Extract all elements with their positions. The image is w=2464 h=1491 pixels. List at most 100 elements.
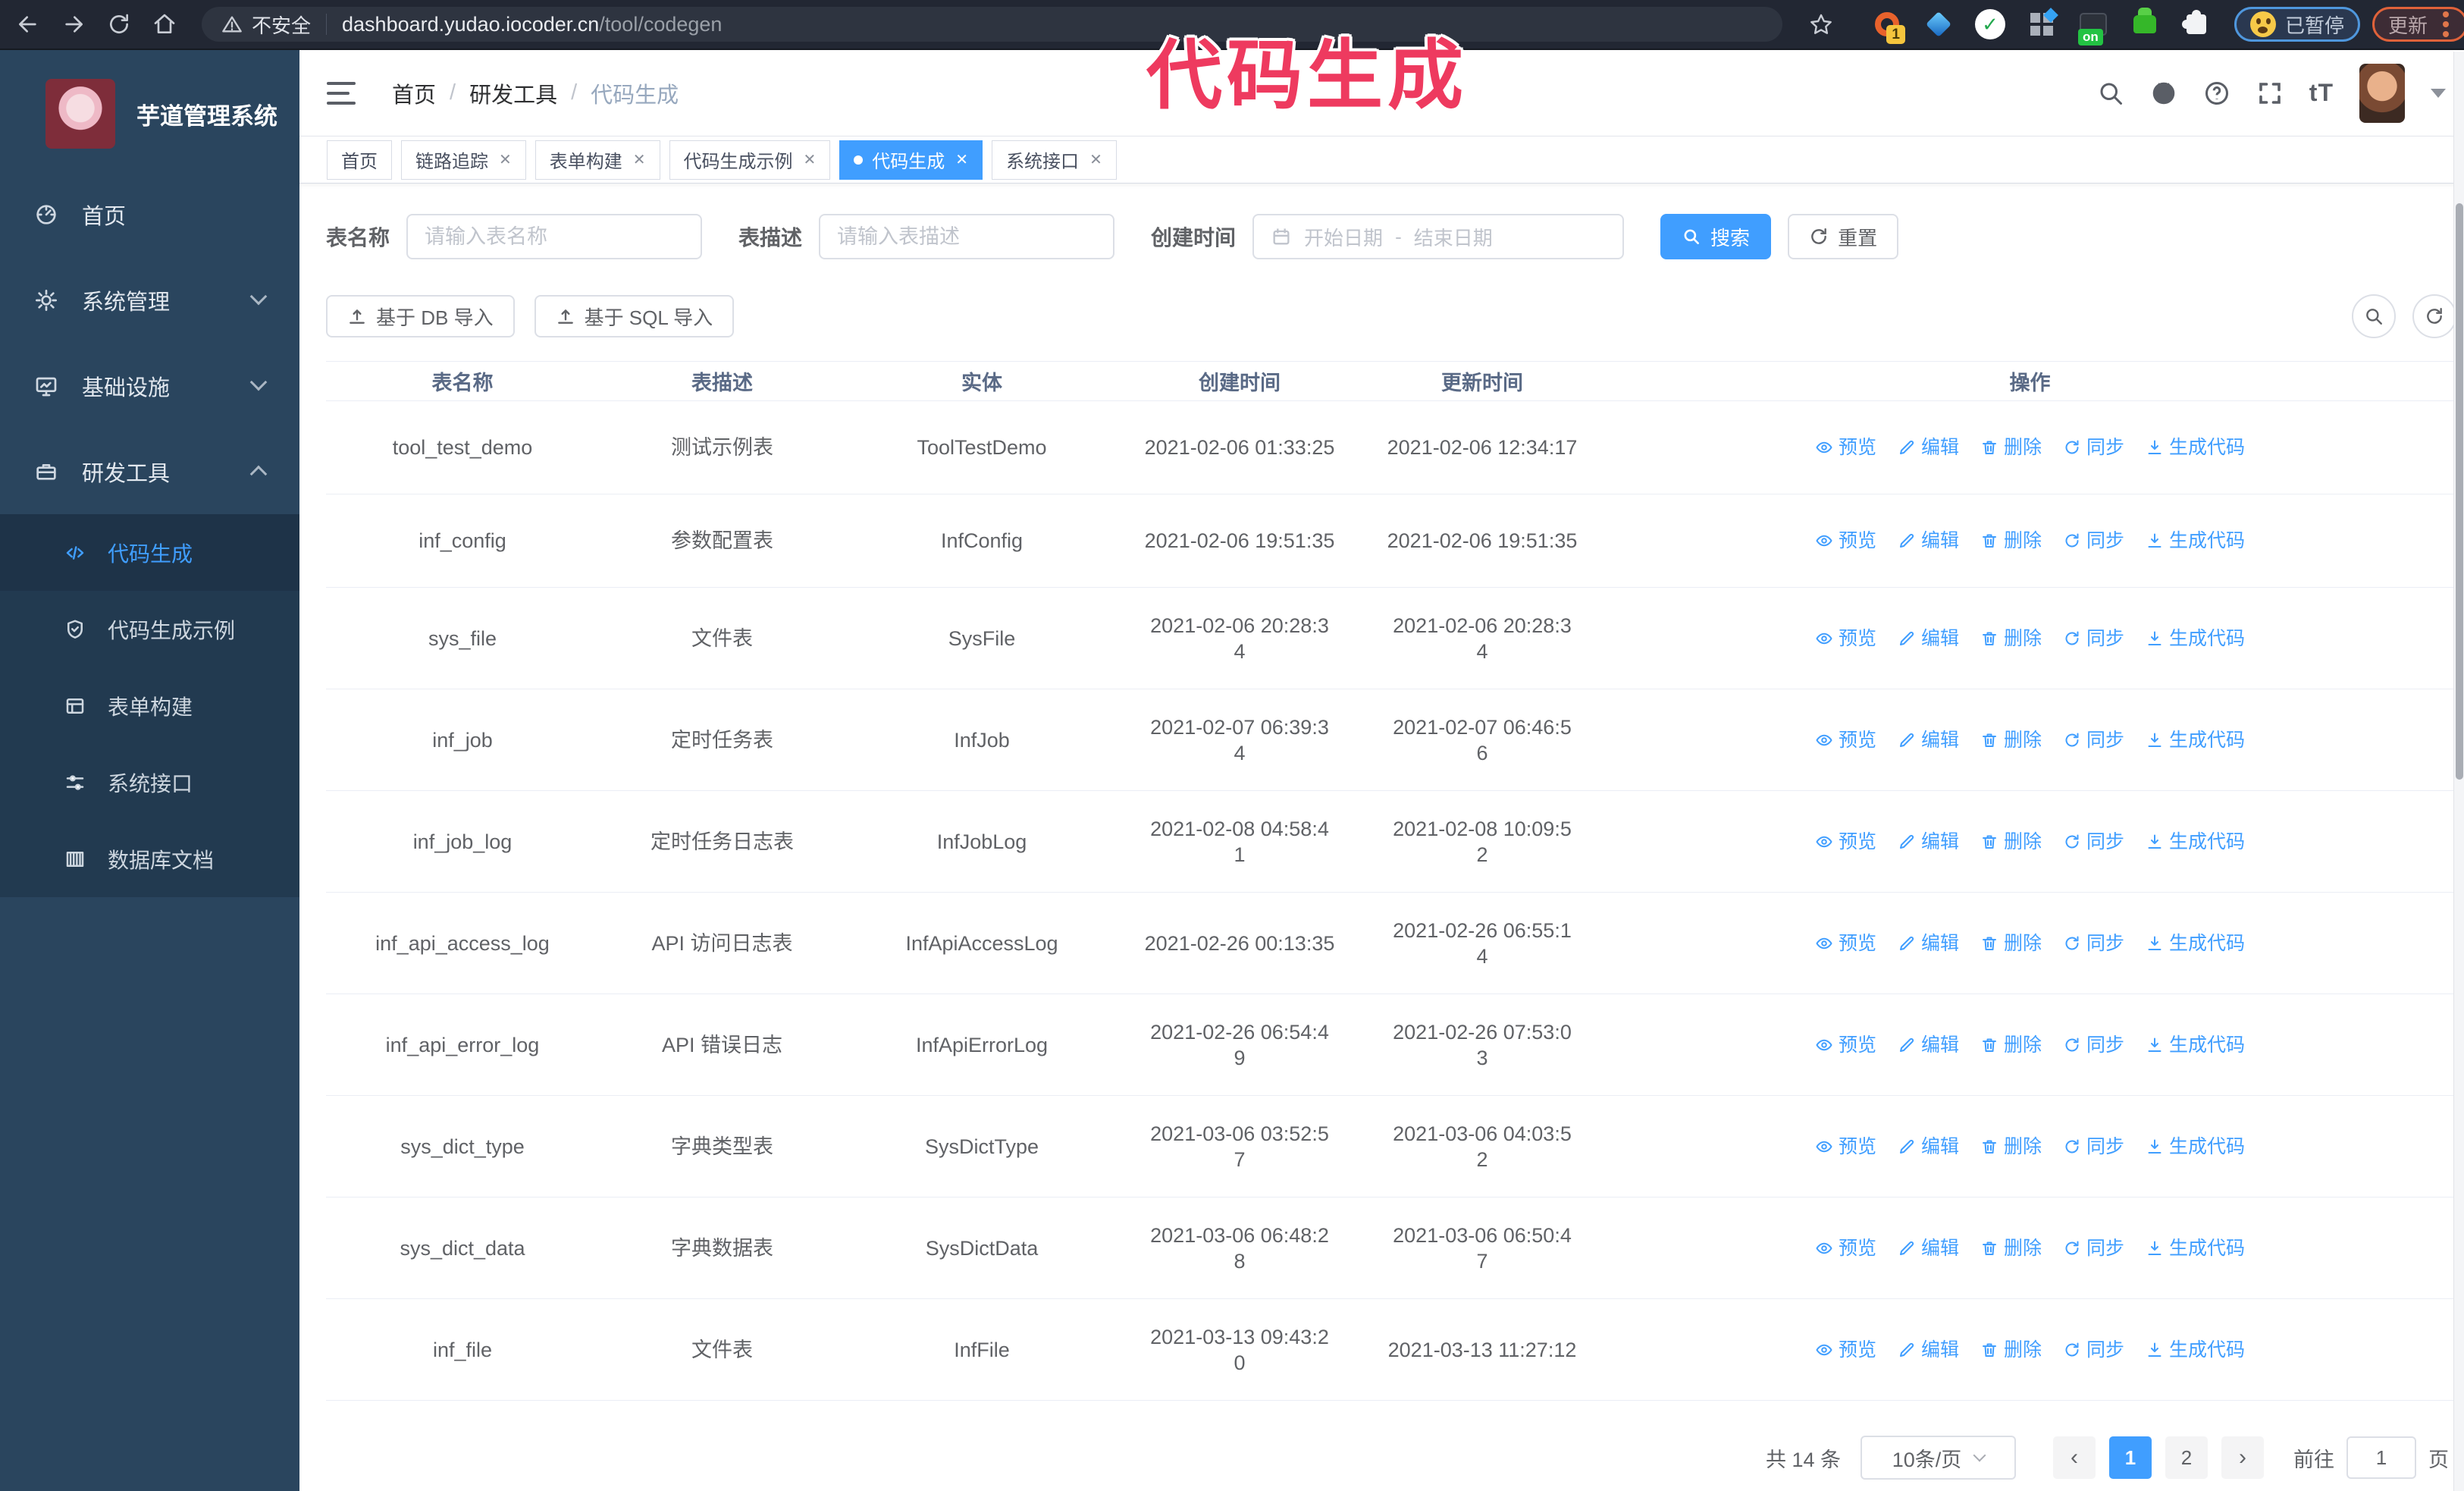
generate-code-link[interactable]: 生成代码 <box>2146 1134 2245 1160</box>
generate-code-link[interactable]: 生成代码 <box>2146 829 2245 855</box>
generate-code-link[interactable]: 生成代码 <box>2146 1032 2245 1058</box>
sidebar-item[interactable]: 研发工具 <box>0 428 299 514</box>
edit-link[interactable]: 编辑 <box>1898 626 1959 651</box>
extension-orange-icon[interactable]: 1 <box>1870 8 1905 44</box>
sync-link[interactable]: 同步 <box>2063 626 2124 651</box>
extension-gem-icon[interactable] <box>1922 8 1955 41</box>
tab-active[interactable]: 代码生成 ✕ <box>839 140 983 180</box>
browser-back-icon[interactable] <box>11 7 45 42</box>
sync-link[interactable]: 同步 <box>2063 931 2124 956</box>
bookmark-star-icon[interactable] <box>1804 7 1839 42</box>
preview-link[interactable]: 预览 <box>1815 1337 1876 1363</box>
tab-close-icon[interactable]: ✕ <box>1089 150 1102 169</box>
page-size-select[interactable]: 10条/页 <box>1861 1436 2016 1480</box>
sync-link[interactable]: 同步 <box>2063 435 2124 460</box>
extension-puzzle-icon[interactable] <box>2180 8 2213 41</box>
browser-update-button[interactable]: 更新 <box>2372 7 2464 42</box>
extension-dark-on-icon[interactable]: on <box>2077 8 2110 46</box>
preview-link[interactable]: 预览 <box>1815 1032 1876 1058</box>
address-bar[interactable]: 不安全 dashboard.yudao.iocoder.cn/tool/code… <box>202 7 1782 42</box>
generate-code-link[interactable]: 生成代码 <box>2146 435 2245 460</box>
reset-button[interactable]: 重置 <box>1788 214 1899 259</box>
sidebar-subitem[interactable]: 代码生成 <box>0 514 299 591</box>
table-desc-input[interactable] <box>819 214 1115 259</box>
edit-link[interactable]: 编辑 <box>1898 1032 1959 1058</box>
preview-link[interactable]: 预览 <box>1815 435 1876 460</box>
edit-link[interactable]: 编辑 <box>1898 829 1959 855</box>
delete-link[interactable]: 删除 <box>1980 727 2042 753</box>
delete-link[interactable]: 删除 <box>1980 829 2042 855</box>
sync-link[interactable]: 同步 <box>2063 829 2124 855</box>
browser-home-icon[interactable] <box>147 7 182 42</box>
import-db-button[interactable]: 基于 DB 导入 <box>326 295 515 337</box>
generate-code-link[interactable]: 生成代码 <box>2146 1337 2245 1363</box>
next-page-button[interactable]: › <box>2221 1436 2264 1479</box>
edit-link[interactable]: 编辑 <box>1898 1337 1959 1363</box>
extension-check-icon[interactable]: ✓ <box>1973 8 2007 41</box>
toggle-search-button[interactable] <box>2352 294 2396 338</box>
font-size-icon[interactable]: tT <box>2309 79 2334 107</box>
hamburger-icon[interactable] <box>327 81 356 105</box>
edit-link[interactable]: 编辑 <box>1898 1235 1959 1261</box>
preview-link[interactable]: 预览 <box>1815 727 1876 753</box>
preview-link[interactable]: 预览 <box>1815 1134 1876 1160</box>
sidebar-subitem[interactable]: 表单构建 <box>0 667 299 744</box>
tab-item[interactable]: 代码生成示例 ✕ <box>669 140 831 180</box>
breadcrumb-item[interactable]: 研发工具 <box>469 77 557 109</box>
preview-link[interactable]: 预览 <box>1815 931 1876 956</box>
preview-link[interactable]: 预览 <box>1815 829 1876 855</box>
table-name-input[interactable] <box>406 214 703 259</box>
sync-link[interactable]: 同步 <box>2063 1032 2124 1058</box>
generate-code-link[interactable]: 生成代码 <box>2146 931 2245 956</box>
refresh-table-button[interactable] <box>2412 294 2456 338</box>
sidebar-subitem[interactable]: 系统接口 <box>0 744 299 821</box>
edit-link[interactable]: 编辑 <box>1898 931 1959 956</box>
help-icon[interactable] <box>2203 80 2230 107</box>
scrollbar-thumb[interactable] <box>2456 203 2463 780</box>
edit-link[interactable]: 编辑 <box>1898 435 1959 460</box>
fullscreen-icon[interactable] <box>2256 80 2284 107</box>
generate-code-link[interactable]: 生成代码 <box>2146 727 2245 753</box>
prev-page-button[interactable]: ‹ <box>2053 1436 2096 1479</box>
delete-link[interactable]: 删除 <box>1980 1032 2042 1058</box>
sidebar-subitem[interactable]: 代码生成示例 <box>0 591 299 667</box>
tab-close-icon[interactable]: ✕ <box>633 150 646 169</box>
delete-link[interactable]: 删除 <box>1980 1235 2042 1261</box>
tab-item[interactable]: 首页 <box>327 140 392 180</box>
tab-item[interactable]: 链路追踪 ✕ <box>401 140 526 180</box>
sync-link[interactable]: 同步 <box>2063 1337 2124 1363</box>
extension-grid-icon[interactable] <box>2025 8 2058 41</box>
tab-item[interactable]: 表单构建 ✕ <box>534 140 660 180</box>
extension-robot-icon[interactable] <box>2128 8 2161 41</box>
preview-link[interactable]: 预览 <box>1815 626 1876 651</box>
tab-close-icon[interactable]: ✕ <box>955 150 968 169</box>
sync-link[interactable]: 同步 <box>2063 1235 2124 1261</box>
tab-item[interactable]: 系统接口 ✕ <box>992 140 1117 180</box>
page-button[interactable]: 1 <box>2109 1436 2152 1479</box>
sync-link[interactable]: 同步 <box>2063 727 2124 753</box>
sync-link[interactable]: 同步 <box>2063 1134 2124 1160</box>
edit-link[interactable]: 编辑 <box>1898 528 1959 554</box>
tab-close-icon[interactable]: ✕ <box>499 150 512 169</box>
breadcrumb-item[interactable]: 首页 <box>392 77 436 109</box>
edit-link[interactable]: 编辑 <box>1898 727 1959 753</box>
preview-link[interactable]: 预览 <box>1815 528 1876 554</box>
search-icon[interactable] <box>2097 80 2124 107</box>
tab-close-icon[interactable]: ✕ <box>804 150 817 169</box>
generate-code-link[interactable]: 生成代码 <box>2146 528 2245 554</box>
delete-link[interactable]: 删除 <box>1980 435 2042 460</box>
delete-link[interactable]: 删除 <box>1980 1337 2042 1363</box>
avatar[interactable] <box>2359 63 2405 123</box>
generate-code-link[interactable]: 生成代码 <box>2146 1235 2245 1261</box>
paused-extension-button[interactable]: 已暂停 <box>2234 7 2361 42</box>
sidebar-item[interactable]: 基础设施 <box>0 343 299 428</box>
goto-page-input[interactable] <box>2346 1436 2416 1479</box>
create-time-range-picker[interactable]: 开始日期 - 结束日期 <box>1252 214 1625 259</box>
sync-link[interactable]: 同步 <box>2063 528 2124 554</box>
delete-link[interactable]: 删除 <box>1980 528 2042 554</box>
page-scrollbar[interactable] <box>2453 52 2464 1491</box>
edit-link[interactable]: 编辑 <box>1898 1134 1959 1160</box>
browser-reload-icon[interactable] <box>102 7 136 42</box>
page-button[interactable]: 2 <box>2165 1436 2208 1479</box>
kebab-menu-icon[interactable] <box>2443 21 2450 27</box>
